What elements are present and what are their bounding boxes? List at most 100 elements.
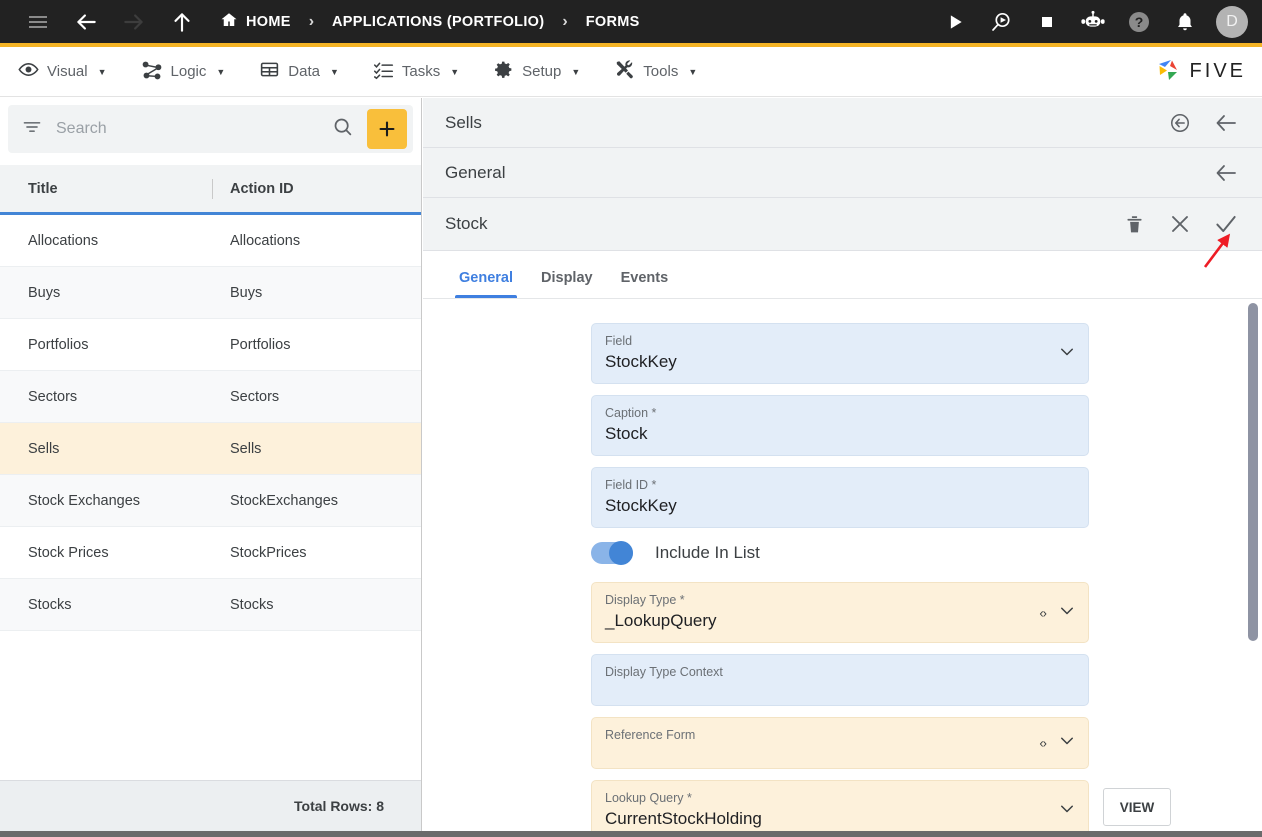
menu-item-data[interactable]: Data ▼ [241, 47, 355, 97]
five-logo-mark [1158, 59, 1177, 80]
table-row[interactable]: Stock Exchanges StockExchanges [0, 475, 421, 527]
menu-item-logic[interactable]: Logic ▼ [123, 47, 242, 97]
detail-tabs: General Display Events [423, 251, 1262, 299]
include-in-list-toggle[interactable] [591, 541, 633, 565]
code-icon[interactable]: ‹› [1039, 736, 1047, 751]
table-row[interactable]: Sectors Sectors [0, 371, 421, 423]
field-icons [1058, 799, 1076, 822]
table-row[interactable]: Portfolios Portfolios [0, 319, 421, 371]
forward-icon[interactable] [110, 0, 158, 44]
field-reference-form[interactable]: Reference Form ‹› [591, 717, 1089, 769]
tab-events[interactable]: Events [607, 270, 683, 298]
breadcrumb-separator-2: › [562, 12, 568, 30]
field-value: _LookupQuery [605, 611, 717, 630]
chat-bot-icon[interactable] [1072, 0, 1114, 44]
column-header-title[interactable]: Title [0, 181, 212, 197]
tab-display[interactable]: Display [527, 270, 607, 298]
column-header-action-id[interactable]: Action ID [213, 181, 294, 197]
forms-list-panel: Title Action ID Allocations Allocations … [0, 98, 422, 831]
notifications-bell-icon[interactable] [1164, 0, 1206, 44]
view-button[interactable]: VIEW [1103, 788, 1171, 826]
help-icon[interactable]: ? [1118, 0, 1160, 44]
filter-icon[interactable] [22, 117, 42, 142]
back-arrow-icon[interactable] [1206, 153, 1246, 193]
menu-label-tasks: Tasks [401, 63, 441, 80]
chevron-down-icon[interactable] [1058, 799, 1076, 822]
table-row-selected[interactable]: Sells Sells [0, 423, 421, 475]
field-field[interactable]: Field StockKey [591, 323, 1089, 384]
detail-title-stock: Stock [445, 214, 488, 233]
breadcrumb-label-home: HOME [246, 13, 291, 30]
back-icon[interactable] [62, 0, 110, 44]
field-value: StockKey [605, 496, 677, 515]
close-icon[interactable] [1160, 204, 1200, 244]
search-bar [8, 105, 413, 153]
table-row[interactable]: Stock Prices StockPrices [0, 527, 421, 579]
chevron-down-icon: ▼ [688, 66, 698, 77]
chevron-down-icon[interactable] [1058, 732, 1076, 755]
cell-action-id: Allocations [230, 232, 301, 249]
menu-icon[interactable] [14, 0, 62, 44]
up-icon[interactable] [158, 0, 206, 44]
level3-actions [1114, 204, 1246, 244]
breadcrumb-item-home[interactable]: HOME [214, 11, 297, 33]
chevron-down-icon[interactable] [1058, 601, 1076, 624]
top-navigation-bar: HOME › APPLICATIONS (PORTFOLIO) › FORMS [0, 0, 1262, 47]
field-value: Stock [605, 424, 648, 443]
table-row[interactable]: Stocks Stocks [0, 579, 421, 631]
search-icon[interactable] [324, 116, 361, 142]
run-icon[interactable] [934, 0, 976, 44]
field-label: Reference Form [605, 728, 696, 742]
menu-item-tools[interactable]: Tools ▼ [596, 47, 713, 97]
cell-title: Allocations [28, 232, 99, 249]
form-scrollbar-thumb[interactable] [1248, 303, 1258, 641]
chevron-down-icon[interactable] [1058, 342, 1076, 365]
debug-icon[interactable] [980, 0, 1022, 44]
avatar[interactable]: D [1216, 5, 1248, 38]
cell-title: Portfolios [28, 336, 89, 353]
cell-title: Stocks [28, 596, 72, 613]
cell-action-id: Sells [230, 440, 262, 457]
add-form-button[interactable] [367, 109, 407, 149]
stop-icon[interactable] [1026, 0, 1068, 44]
trash-icon[interactable] [1114, 204, 1154, 244]
top-nav-buttons [0, 0, 206, 44]
forms-table: Title Action ID Allocations Allocations … [0, 165, 421, 631]
check-icon[interactable] [1206, 204, 1246, 244]
cell-action-id: StockExchanges [230, 492, 339, 509]
field-label: Field [605, 334, 633, 348]
field-icons [1058, 342, 1076, 365]
history-back-circle-icon[interactable] [1160, 103, 1200, 143]
five-logo: FIVE [1155, 57, 1246, 87]
back-arrow-icon[interactable] [1206, 103, 1246, 143]
cell-title: Buys [28, 284, 61, 301]
cell-title: Sells [28, 440, 60, 457]
chevron-down-icon: ▼ [329, 66, 339, 77]
form-scrollbar[interactable] [1248, 303, 1258, 837]
breadcrumb-label-forms: FORMS [585, 13, 640, 30]
field-caption[interactable]: Caption * Stock [591, 395, 1089, 456]
chevron-down-icon: ▼ [571, 66, 581, 77]
field-display-type[interactable]: Display Type * _LookupQuery ‹› [591, 582, 1089, 643]
breadcrumb-item-forms[interactable]: FORMS [580, 14, 646, 30]
menu-item-tasks[interactable]: Tasks ▼ [355, 47, 475, 97]
table-row[interactable]: Buys Buys [0, 267, 421, 319]
form-row-lookup-query: Lookup Query * CurrentStockHolding VIEW [423, 780, 1262, 837]
table-row[interactable]: Allocations Allocations [0, 215, 421, 267]
search-input[interactable] [42, 120, 324, 138]
field-value: CurrentStockHolding [605, 809, 762, 828]
menu-item-visual[interactable]: Visual ▼ [0, 47, 123, 97]
field-field-id[interactable]: Field ID * StockKey [591, 467, 1089, 528]
field-lookup-query[interactable]: Lookup Query * CurrentStockHolding [591, 780, 1089, 837]
tab-general[interactable]: General [445, 270, 527, 298]
menu-item-setup[interactable]: Setup ▼ [475, 47, 596, 97]
gear-icon [493, 59, 514, 84]
cell-title: Stock Prices [28, 544, 109, 561]
field-display-type-context[interactable]: Display Type Context [591, 654, 1089, 706]
svg-text:?: ? [1135, 14, 1144, 30]
detail-header-level3: Stock [423, 198, 1262, 251]
level1-actions [1160, 103, 1246, 143]
code-icon[interactable]: ‹› [1039, 605, 1047, 620]
menu-label-tools: Tools [643, 63, 679, 80]
breadcrumb-item-applications[interactable]: APPLICATIONS (PORTFOLIO) [326, 14, 550, 30]
